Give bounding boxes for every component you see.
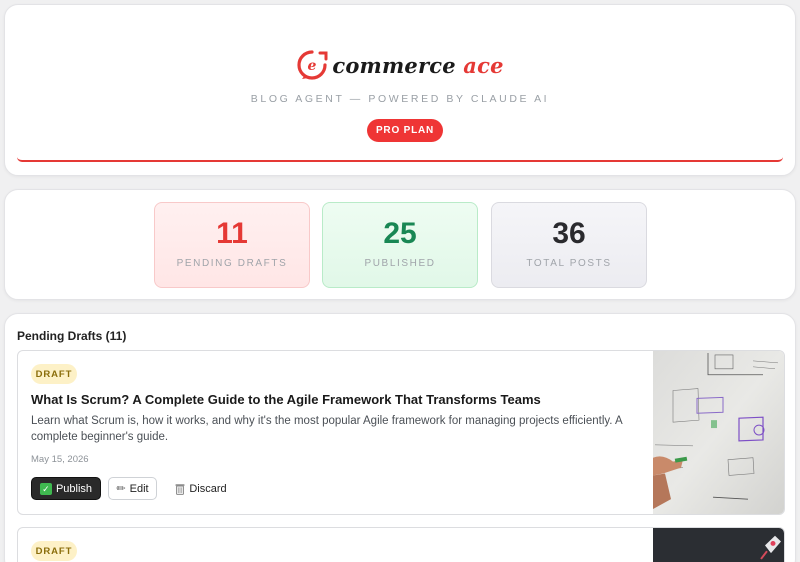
svg-text:e: e	[308, 58, 317, 74]
plan-badge: PRO PLAN	[367, 119, 443, 142]
draft-title[interactable]: What Is Scrum? A Complete Guide to the A…	[31, 392, 641, 407]
draft-description: Learn what Scrum is, how it works, and w…	[31, 415, 623, 443]
stat-value: 11	[216, 217, 248, 250]
stat-published: 25 PUBLISHED	[322, 202, 478, 288]
header-card: e commerce ace BLOG AGENT — POWERED BY C…	[4, 4, 796, 176]
logo-word-ace: ace	[463, 52, 504, 78]
publish-button[interactable]: ✓ Publish	[31, 477, 101, 500]
header-divider	[17, 157, 783, 162]
drafts-card: Pending Drafts (11) DRAFT What Is Scrum?…	[4, 313, 796, 562]
section-title: Pending Drafts (11)	[17, 329, 127, 343]
stats-card: 11 PENDING DRAFTS 25 PUBLISHED 36 TOTAL …	[4, 189, 796, 300]
discard-label: Discard	[189, 482, 227, 495]
stat-value: 36	[552, 217, 586, 250]
discard-button[interactable]: Discard	[168, 477, 234, 500]
stat-label: TOTAL POSTS	[526, 258, 612, 269]
draft-item: DRAFT What Is Scrum? A Complete Guide to…	[17, 350, 785, 515]
publish-label: Publish	[55, 482, 93, 495]
draft-thumbnail	[653, 351, 784, 514]
stat-label: PENDING DRAFTS	[176, 258, 288, 269]
logo-word-commerce: commerce	[332, 52, 456, 78]
draft-date: May 15, 2026	[31, 454, 89, 465]
logo-icon: e	[297, 50, 328, 80]
logo: e commerce ace	[5, 49, 795, 81]
check-box-icon: ✓	[39, 482, 52, 495]
draft-thumbnail	[653, 528, 784, 562]
stat-value: 25	[383, 217, 417, 250]
header-subtitle: BLOG AGENT — POWERED BY CLAUDE AI	[250, 93, 550, 105]
draft-item: DRAFT	[17, 527, 785, 562]
edit-button[interactable]: ✏ Edit	[108, 477, 157, 500]
trash-icon	[175, 483, 185, 495]
stat-pending-drafts: 11 PENDING DRAFTS	[154, 202, 310, 288]
edit-label: Edit	[129, 482, 149, 495]
logo-wordmark: commerce ace	[332, 53, 503, 78]
stat-total-posts: 36 TOTAL POSTS	[491, 202, 647, 288]
stat-label: PUBLISHED	[364, 258, 436, 269]
pencil-icon: ✏	[116, 483, 126, 495]
draft-badge: DRAFT	[31, 364, 77, 384]
draft-badge: DRAFT	[31, 541, 77, 561]
